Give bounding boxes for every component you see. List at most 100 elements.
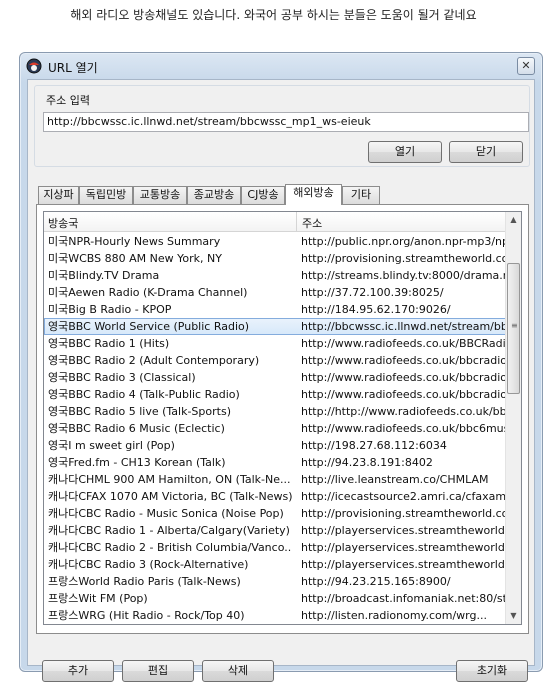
list-item[interactable]: 미국Big B Radio - KPOP http://184.95.62.170… (44, 301, 507, 318)
station-name: 미국WCBS 880 AM New York, NY (48, 252, 222, 265)
station-url: http://icecastsource2.amri.ca/cfaxam-... (301, 490, 505, 503)
list-item[interactable]: 캐나다CBC Radio - Music Sonica (Noise Pop) h… (44, 505, 507, 522)
list-item[interactable]: 캐나다CFAX 1070 AM Victoria, BC (Talk-News)… (44, 488, 507, 505)
window-title: URL 열기 (48, 61, 98, 75)
list-item[interactable]: 미국WCBS 880 AM New York, NY http://provisi… (44, 250, 507, 267)
title-bar[interactable]: URL 열기 ✕ (20, 53, 542, 79)
station-url: http://184.95.62.170:9026/ (301, 303, 451, 316)
station-url: http://94.23.215.165:8900/ (301, 575, 451, 588)
list-item[interactable]: 영국BBC World Service (Public Radio) http:/… (44, 318, 507, 335)
station-url: http://streams.blindy.tv:8000/drama.m... (301, 269, 505, 282)
station-url: http://broadcast.infomaniak.net:80/sta..… (301, 592, 505, 605)
scroll-down-icon[interactable]: ▼ (506, 608, 521, 624)
list-item[interactable]: 영국BBC Radio 5 live (Talk-Sports) http://h… (44, 403, 507, 420)
station-name: 캐나다CFAX 1070 AM Victoria, BC (Talk-News) (48, 490, 292, 503)
station-name: 프랑스World Radio Paris (Talk-News) (48, 575, 241, 588)
station-url: http://198.27.68.112:6034 (301, 439, 447, 452)
station-name: 영국BBC Radio 6 Music (Eclectic) (48, 422, 225, 435)
station-url: http://www.radiofeeds.co.uk/bbcradio... (301, 388, 505, 401)
station-url: http://playerservices.streamtheworld.c..… (301, 541, 505, 554)
station-url: http://live.leanstream.co/CHMLAM (301, 473, 489, 486)
station-url: http://www.radiofeeds.co.uk/bbcradio... (301, 354, 505, 367)
list-item[interactable]: 캐나다CBC Radio 2 - British Columbia/Vanco.… (44, 539, 507, 556)
station-url: http://playerservices.streamtheworld.c..… (301, 558, 505, 571)
tab-cj[interactable]: CJ방송 (241, 186, 285, 204)
open-button[interactable]: 열기 (368, 141, 442, 163)
station-url: http://playerservices.streamtheworld.c..… (301, 524, 505, 537)
close-button[interactable]: 닫기 (449, 141, 523, 163)
station-name: 캐나다CBC Radio 3 (Rock-Alternative) (48, 558, 249, 571)
station-url: http://www.radiofeeds.co.uk/bbc6musi... (301, 422, 505, 435)
station-name: 영국I m sweet girl (Pop) (48, 439, 175, 452)
station-name: 프랑스WRG (Hit Radio - Rock/Top 40) (48, 609, 245, 622)
dialog-client: 주소 입력 http://bbcwssc.ic.llnwd.net/stream… (27, 79, 535, 682)
tab-independent[interactable]: 독립민방 (79, 186, 133, 204)
list-item[interactable]: 영국BBC Radio 4 (Talk-Public Radio) http://… (44, 386, 507, 403)
tab-religious[interactable]: 종교방송 (187, 186, 241, 204)
list-item[interactable]: 미국NPR-Hourly News Summary http://public.n… (44, 233, 507, 250)
station-name: 캐나다CBC Radio 2 - British Columbia/Vanco.… (48, 541, 292, 554)
list-item[interactable]: 프랑스Wit FM (Pop) http://broadcast.infomani… (44, 590, 507, 607)
station-name: 캐나다CHML 900 AM Hamilton, ON (Talk-Ne... (48, 473, 291, 486)
tab-overseas[interactable]: 해외방송 (285, 184, 342, 205)
vertical-scrollbar[interactable]: ▲ ≡ ▼ (505, 212, 521, 624)
station-url: http://37.72.100.39:8025/ (301, 286, 444, 299)
address-group: 주소 입력 http://bbcwssc.ic.llnwd.net/stream… (34, 85, 530, 167)
list-item[interactable]: 영국BBC Radio 6 Music (Eclectic) http://www… (44, 420, 507, 437)
station-url: http://provisioning.streamtheworld.co... (301, 252, 505, 265)
column-divider[interactable] (296, 212, 297, 232)
list-item[interactable]: 프랑스WRG (Hit Radio - Rock/Top 40) http://l… (44, 607, 507, 624)
station-name: 영국BBC Radio 1 (Hits) (48, 337, 170, 350)
list-item[interactable]: 캐나다CBC Radio 1 - Alberta/Calgary(Variety… (44, 522, 507, 539)
list-item[interactable]: 영국BBC Radio 2 (Adult Contemporary) http:/… (44, 352, 507, 369)
url-input[interactable]: http://bbcwssc.ic.llnwd.net/stream/bbcws… (43, 112, 529, 132)
station-url: http://www.radiofeeds.co.uk/bbcradio... (301, 371, 505, 384)
station-url: http://http://www.radiofeeds.co.uk/bbc..… (301, 405, 505, 418)
list-item[interactable]: 프랑스World Radio Paris (Talk-News) http://9… (44, 573, 507, 590)
edit-button[interactable]: 편집 (122, 660, 194, 682)
station-url: http://bbcwssc.ic.llnwd.net/stream/bbc..… (301, 320, 505, 333)
station-url: http://listen.radionomy.com/wrg... (301, 609, 487, 622)
station-name: 영국BBC Radio 5 live (Talk-Sports) (48, 405, 231, 418)
station-name: 미국Big B Radio - KPOP (48, 303, 172, 316)
station-url: http://www.radiofeeds.co.uk/BBCRadio... (301, 337, 505, 350)
list-item[interactable]: 미국Blindy.TV Drama http://streams.blindy.t… (44, 267, 507, 284)
list-item[interactable]: 캐나다CBC Radio 3 (Rock-Alternative) http://… (44, 556, 507, 573)
page-caption: 해외 라디오 방송채널도 있습니다. 와국어 공부 하시는 분들은 도움이 될거… (70, 8, 477, 22)
tab-panel: 방송국 주소 미국NPR-Hourly News Summary http://p… (36, 204, 529, 634)
list-item[interactable]: 영국I m sweet girl (Pop) http://198.27.68.1… (44, 437, 507, 454)
station-name: 영국BBC Radio 4 (Talk-Public Radio) (48, 388, 240, 401)
add-button[interactable]: 추가 (42, 660, 114, 682)
window-close-button[interactable]: ✕ (517, 57, 535, 75)
scroll-thumb[interactable]: ≡ (507, 263, 520, 394)
grip-icon: ≡ (511, 321, 518, 330)
station-name: 프랑스Wit FM (Pop) (48, 592, 148, 605)
station-url: http://public.npr.org/anon.npr-mp3/np... (301, 235, 505, 248)
address-group-label: 주소 입력 (44, 92, 92, 108)
list-item[interactable]: 영국Fred.fm - CH13 Korean (Talk) http://94.… (44, 454, 507, 471)
list-item[interactable]: 미국Aewen Radio (K-Drama Channel) http://37… (44, 284, 507, 301)
station-url: http://provisioning.streamtheworld.co... (301, 507, 505, 520)
delete-button[interactable]: 삭제 (202, 660, 274, 682)
station-name: 미국Blindy.TV Drama (48, 269, 160, 282)
station-name: 영국Fred.fm - CH13 Korean (Talk) (48, 456, 226, 469)
station-name: 영국BBC Radio 2 (Adult Contemporary) (48, 354, 260, 367)
scroll-up-icon[interactable]: ▲ (506, 212, 521, 228)
station-name: 영국BBC World Service (Public Radio) (48, 320, 250, 333)
column-header-station[interactable]: 방송국 (48, 215, 78, 231)
station-list[interactable]: 방송국 주소 미국NPR-Hourly News Summary http://p… (43, 211, 522, 625)
list-item[interactable]: 영국BBC Radio 1 (Hits) http://www.radiofeed… (44, 335, 507, 352)
reset-button[interactable]: 초기화 (456, 660, 528, 682)
station-name: 영국BBC Radio 3 (Classical) (48, 371, 196, 384)
station-name: 캐나다CBC Radio - Music Sonica (Noise Pop) (48, 507, 284, 520)
list-header: 방송국 주소 (44, 212, 507, 232)
column-header-address[interactable]: 주소 (302, 215, 322, 231)
tab-terrestrial[interactable]: 지상파 (38, 186, 79, 204)
list-item[interactable]: 캐나다CHML 900 AM Hamilton, ON (Talk-Ne... h… (44, 471, 507, 488)
tab-traffic[interactable]: 교통방송 (133, 186, 187, 204)
station-name: 캐나다CBC Radio 1 - Alberta/Calgary(Variety… (48, 524, 290, 537)
station-name: 미국Aewen Radio (K-Drama Channel) (48, 286, 248, 299)
tab-other[interactable]: 기타 (342, 186, 380, 204)
station-url: http://94.23.8.191:8402 (301, 456, 433, 469)
list-item[interactable]: 영국BBC Radio 3 (Classical) http://www.radi… (44, 369, 507, 386)
